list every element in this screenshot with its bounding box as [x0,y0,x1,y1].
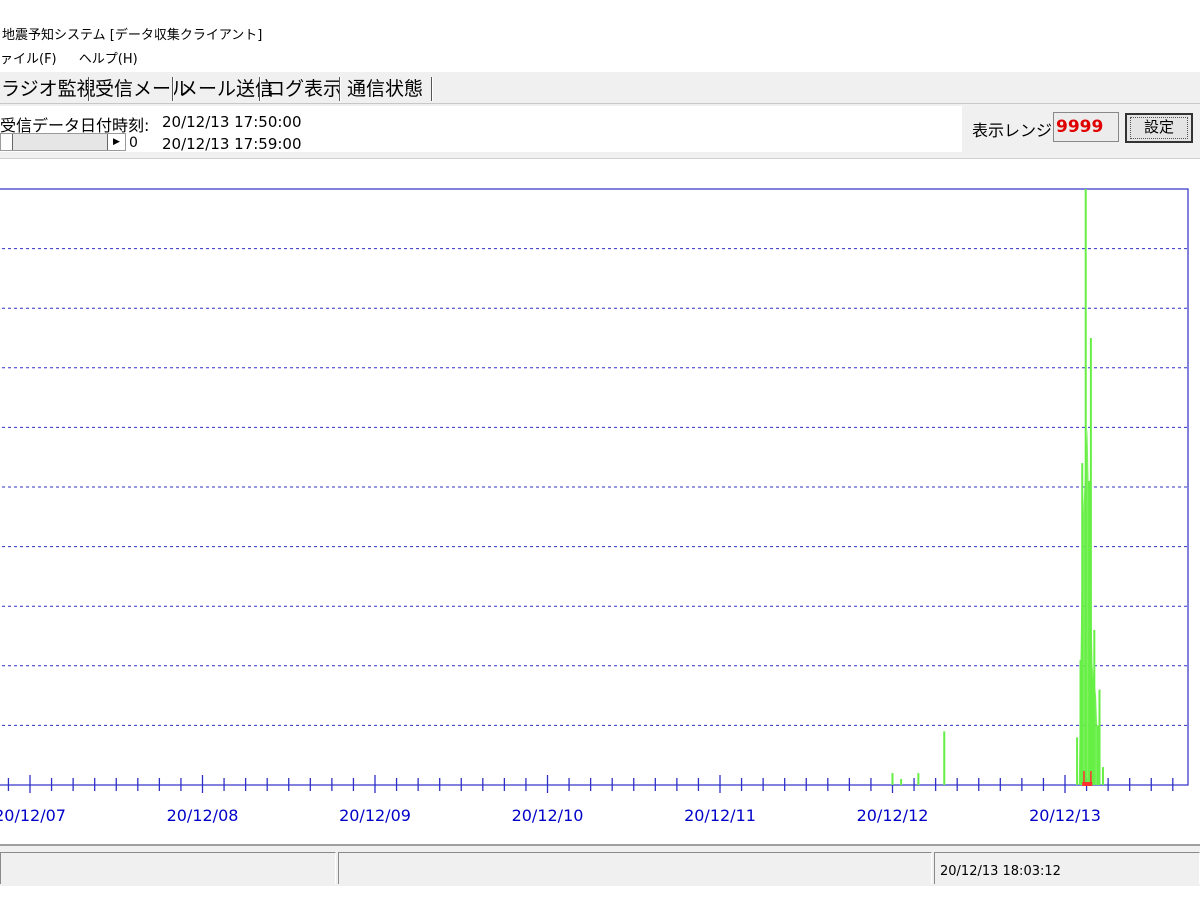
scroll-right-arrow-icon[interactable]: ▶ [107,134,125,150]
set-button-focus-ring [1130,117,1188,139]
display-range-input[interactable]: 9999 [1053,112,1119,142]
time-scrollbar[interactable]: ▶ [0,133,126,151]
tab-received-mail[interactable]: 受信メール [94,75,191,103]
menu-help[interactable]: ヘルプ(H) [79,52,138,67]
status-datetime: 20/12/13 18:03:12 [940,864,1061,879]
signal-chart: 20/12/07 20/12/08 20/12/09 20/12/10 20/12/11… [0,188,1189,825]
status-bar: 20/12/13 18:03:12 [0,844,1200,886]
x-tick-label: 20/12/13 [1029,806,1101,825]
tab-separator [339,77,341,101]
tab-separator [88,77,90,101]
tab-separator [431,77,433,101]
x-tick-label: 20/12/08 [167,806,239,825]
tab-comm-status[interactable]: 通信状態 [346,75,424,103]
tab-radio-monitor[interactable]: ラジオ監視 [0,75,97,103]
tab-log-view[interactable]: ログ表示 [265,75,343,103]
status-panel-1 [0,852,336,884]
signal-chart-area: 20/12/07 20/12/08 20/12/09 20/12/10 20/12/11… [0,158,1200,844]
event-marker-base [1082,782,1093,786]
info-panel: 受信データ日付時刻: 20/12/13 17:50:00 ▶ 0 20/12/1… [0,104,1200,158]
window-title: 地震予知システム [データ収集クライアント] [0,24,1200,48]
end-time-value: 20/12/13 17:59:00 [162,135,302,153]
tab-separator [172,77,174,101]
start-time-value: 20/12/13 17:50:00 [162,113,302,131]
x-tick-label: 20/12/09 [339,806,411,825]
set-button[interactable]: 設定 [1125,113,1193,143]
window-title-text: 地震予知システム [データ収集クライアント] [2,28,263,43]
menu-file[interactable]: ァイル(F) [0,52,57,67]
tab-separator [259,77,261,101]
display-range-label: 表示レンジ: [972,121,1058,140]
scrollbar-thumb[interactable] [1,134,13,150]
info-box: 受信データ日付時刻: 20/12/13 17:50:00 ▶ 0 20/12/1… [0,106,962,153]
x-tick-label: 20/12/11 [684,806,756,825]
x-tick-label: 20/12/07 [0,806,66,825]
menu-bar: ァイル(F) ヘルプ(H) [0,49,1200,71]
x-tick-label: 20/12/12 [857,806,929,825]
scroll-value: 0 [129,135,138,151]
x-tick-label: 20/12/10 [512,806,584,825]
status-panel-2 [338,852,932,884]
tab-bar: ラジオ監視 受信メール メール送信 ログ表示 通信状態 [0,72,1200,104]
